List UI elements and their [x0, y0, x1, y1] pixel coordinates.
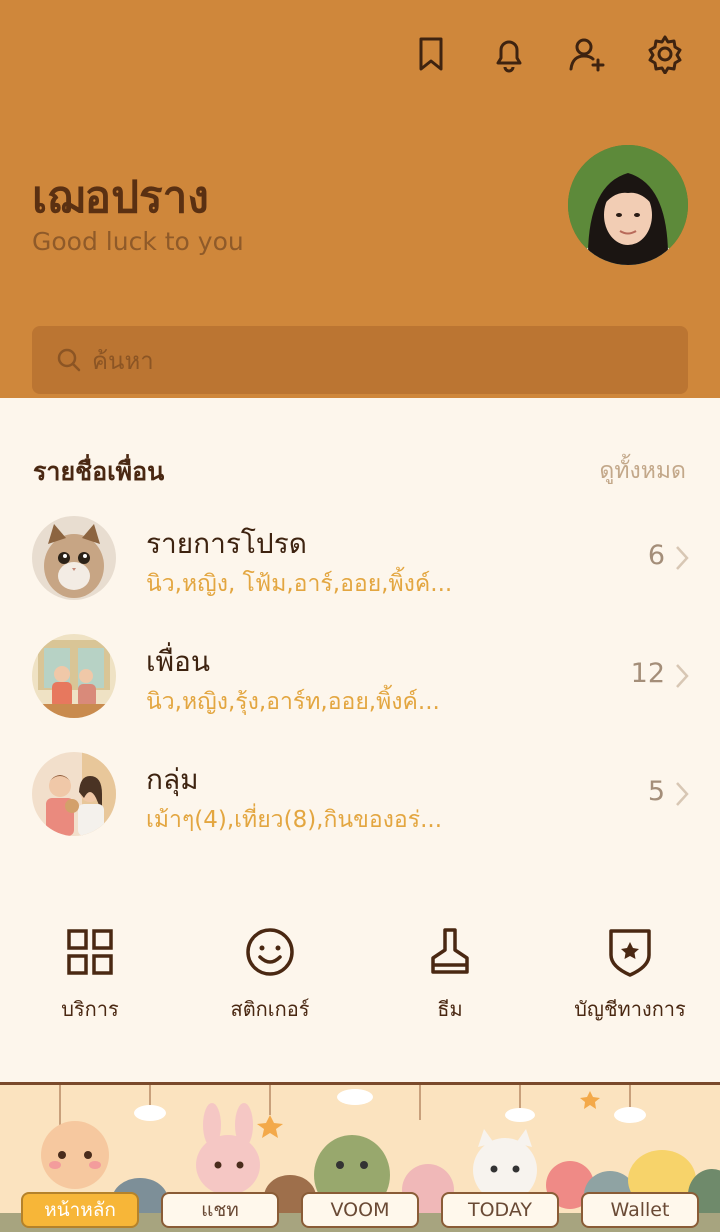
- shortcut-official-accounts[interactable]: บัญชีทางการ: [540, 925, 720, 1025]
- tab-chat[interactable]: แชท: [161, 1192, 279, 1228]
- friends-section-title: รายชื่อเพื่อน: [33, 457, 165, 486]
- search-placeholder: ค้นหา: [92, 346, 154, 375]
- chevron-right-icon: [676, 782, 689, 806]
- tab-wallet[interactable]: Wallet: [581, 1192, 699, 1228]
- list-item-favorites[interactable]: รายการโปรด นิว,หญิง, โฟ้ม,อาร์,ออย,พิ้งค…: [0, 510, 720, 628]
- shortcut-bar: บริการ สติกเกอร์ ธีม บัญชีทางการ: [0, 925, 720, 1035]
- theme-decoration: หน้าหลัก แชท VOOM TODAY Wallet: [0, 1082, 720, 1232]
- shortcut-label: บริการ: [61, 997, 119, 1021]
- shield-star-icon: [609, 929, 651, 977]
- friend-list: รายการโปรด นิว,หญิง, โฟ้ม,อาร์,ออย,พิ้งค…: [0, 510, 720, 864]
- groups-thumbnail: [32, 752, 116, 836]
- list-item-count: 6: [647, 540, 665, 571]
- list-item-groups[interactable]: กลุ่ม เม้าๆ(4),เที่ยว(8),กินของอร่... 5: [0, 746, 720, 864]
- profile-avatar[interactable]: [568, 145, 688, 265]
- favorites-thumbnail: [32, 516, 116, 600]
- search-icon: [57, 348, 81, 372]
- grid-icon: [67, 929, 113, 975]
- list-item-subtitle: นิว,หญิง,รุ้ง,อาร์ท,ออย,พิ้งค์...: [146, 689, 440, 715]
- profile-header: เฌอปราง Good luck to you ค้นหา: [0, 0, 720, 398]
- smile-icon: [246, 928, 294, 976]
- tab-voom[interactable]: VOOM: [301, 1192, 419, 1228]
- list-item-subtitle: เม้าๆ(4),เที่ยว(8),กินของอร่...: [146, 807, 443, 833]
- search-bar[interactable]: ค้นหา: [32, 326, 688, 394]
- friends-thumbnail: [32, 634, 116, 718]
- bell-icon[interactable]: [488, 32, 530, 76]
- list-item-friends[interactable]: เพื่อน นิว,หญิง,รุ้ง,อาร์ท,ออย,พิ้งค์...…: [0, 628, 720, 746]
- bookmark-icon[interactable]: [410, 32, 452, 76]
- shortcut-services[interactable]: บริการ: [0, 925, 180, 1025]
- shortcut-label: บัญชีทางการ: [574, 997, 686, 1021]
- brush-icon: [431, 928, 469, 974]
- gear-icon[interactable]: [644, 32, 686, 76]
- header-toolbar: [410, 32, 686, 76]
- chevron-right-icon: [676, 664, 689, 688]
- list-item-count: 5: [647, 776, 665, 807]
- profile-name[interactable]: เฌอปราง: [32, 162, 209, 232]
- tab-today[interactable]: TODAY: [441, 1192, 559, 1228]
- list-item-title: กลุ่ม: [146, 763, 199, 796]
- list-item-count: 12: [630, 658, 665, 689]
- shortcut-stickers[interactable]: สติกเกอร์: [180, 925, 360, 1025]
- shortcut-label: สติกเกอร์: [230, 997, 310, 1021]
- shortcut-themes[interactable]: ธีม: [360, 925, 540, 1025]
- bottom-nav: หน้าหลัก แชท VOOM TODAY Wallet: [0, 1192, 720, 1232]
- see-all-link[interactable]: ดูทั้งหมด: [599, 453, 686, 489]
- tab-home[interactable]: หน้าหลัก: [21, 1192, 139, 1228]
- shortcut-label: ธีม: [437, 997, 463, 1021]
- chevron-right-icon: [676, 546, 689, 570]
- list-item-title: รายการโปรด: [146, 527, 307, 560]
- list-item-title: เพื่อน: [146, 645, 210, 678]
- status-message[interactable]: Good luck to you: [32, 227, 244, 256]
- list-item-subtitle: นิว,หญิง, โฟ้ม,อาร์,ออย,พิ้งค์...: [146, 571, 453, 597]
- add-friend-icon[interactable]: [566, 32, 608, 76]
